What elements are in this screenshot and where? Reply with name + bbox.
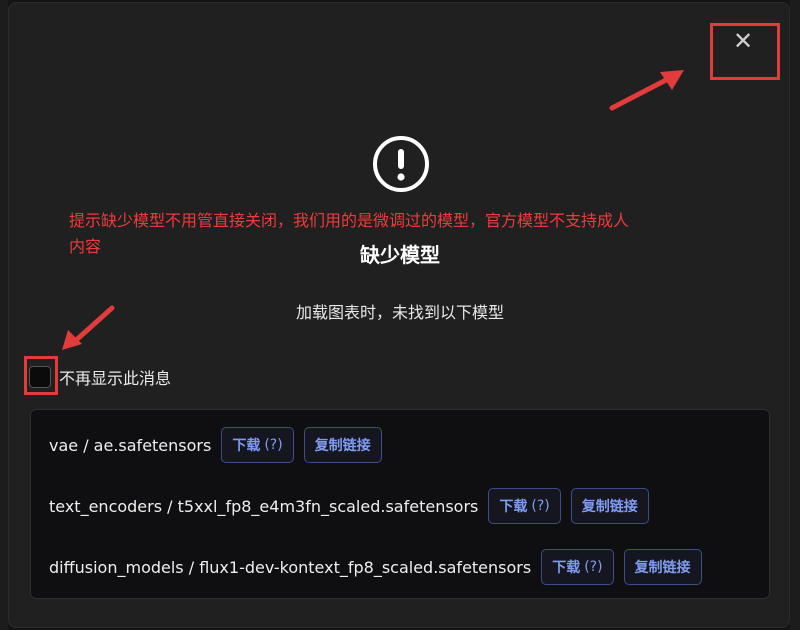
download-label: 下载 [552, 560, 581, 576]
download-label: 下载 [232, 438, 261, 454]
download-help: (?) [531, 498, 550, 514]
download-button[interactable]: 下载 (?) [221, 427, 294, 463]
arrow-icon [62, 305, 115, 350]
background-panel-right [790, 0, 800, 630]
download-button[interactable]: 下载 (?) [541, 549, 614, 585]
missing-model-list: vae / ae.safetensors 下载 (?) 复制链接 text_en… [30, 409, 770, 599]
background-panel-left [0, 0, 8, 630]
dont-show-again-label: 不再显示此消息 [59, 369, 172, 388]
model-name: vae / ae.safetensors [49, 435, 212, 455]
exclamation-circle-icon [373, 136, 429, 192]
download-button[interactable]: 下载 (?) [488, 488, 561, 524]
copy-link-button[interactable]: 复制链接 [303, 427, 382, 463]
arrow-icon [609, 70, 684, 111]
checkbox-highlight-box [24, 356, 58, 395]
download-help: (?) [264, 437, 283, 453]
dialog-subtitle: 加载图表时，未找到以下模型 [295, 303, 504, 322]
model-name: text_encoders / t5xxl_fp8_e4m3fn_scaled.… [49, 496, 479, 516]
download-label: 下载 [499, 499, 528, 515]
model-row: diffusion_models / flux1-dev-kontext_fp8… [49, 548, 702, 586]
model-row: vae / ae.safetensors 下载 (?) 复制链接 [49, 426, 382, 464]
model-name: diffusion_models / flux1-dev-kontext_fp8… [49, 557, 532, 577]
copy-link-button[interactable]: 复制链接 [623, 549, 702, 585]
model-row: text_encoders / t5xxl_fp8_e4m3fn_scaled.… [49, 487, 649, 525]
copy-link-button[interactable]: 复制链接 [570, 488, 649, 524]
download-help: (?) [584, 559, 603, 575]
close-highlight-box [710, 23, 780, 80]
dialog-title: 缺少模型 [360, 243, 440, 267]
